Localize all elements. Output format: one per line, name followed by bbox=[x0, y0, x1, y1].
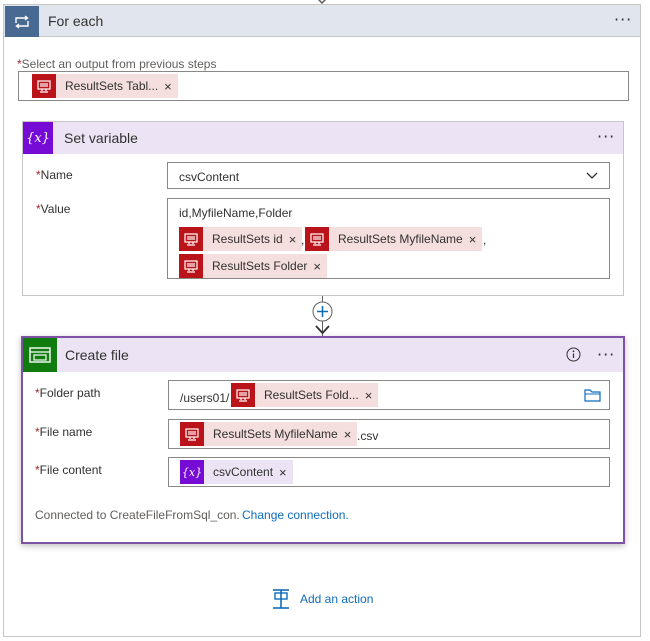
change-connection-link[interactable]: Change connection. bbox=[242, 508, 349, 522]
value-input[interactable]: id,MyfileName,Folder ResultSets id × , R… bbox=[167, 198, 610, 279]
variable-icon: {x} bbox=[180, 460, 204, 484]
add-action-label: Add an action bbox=[300, 592, 374, 606]
add-action-button[interactable]: Add an action bbox=[270, 587, 373, 611]
set-variable-header[interactable]: {x} Set variable ··· bbox=[23, 122, 623, 154]
foreach-header[interactable]: For each ··· bbox=[4, 5, 640, 37]
set-variable-card: {x} Set variable ··· *Name csvContent *V… bbox=[22, 121, 624, 296]
folder-path-label: *Folder path bbox=[35, 386, 100, 400]
content-token[interactable]: {x} csvContent × bbox=[180, 460, 293, 484]
sql-icon bbox=[179, 227, 203, 251]
output-token[interactable]: ResultSets Tabl... × bbox=[32, 74, 178, 98]
value-text: id,MyfileName,Folder bbox=[179, 206, 293, 220]
arrow-down-icon bbox=[315, 325, 330, 335]
token-label: ResultSets Folder bbox=[212, 259, 308, 273]
comma-separator: , bbox=[483, 233, 487, 247]
comma-separator: , bbox=[301, 233, 305, 247]
remove-token-button[interactable]: × bbox=[313, 259, 327, 274]
create-file-card: Create file ··· *Folder path /users01/ R… bbox=[21, 336, 625, 544]
file-name-label-text: File name bbox=[39, 425, 93, 439]
create-file-title: Create file bbox=[65, 347, 129, 363]
token-label: ResultSets id bbox=[212, 232, 283, 246]
remove-token-button[interactable]: × bbox=[164, 79, 178, 94]
value-label-text: Value bbox=[40, 202, 71, 216]
folder-icon[interactable] bbox=[584, 388, 601, 402]
token-resultsets-id[interactable]: ResultSets id × bbox=[179, 227, 303, 251]
foreach-container: For each ··· *Select an output from prev… bbox=[3, 4, 641, 637]
output-input[interactable]: ResultSets Tabl... × bbox=[18, 71, 629, 101]
token-label: ResultSets Fold... bbox=[264, 388, 359, 402]
file-name-input[interactable]: ResultSets MyfileName × .csv bbox=[168, 419, 610, 449]
filename-token[interactable]: ResultSets MyfileName × bbox=[180, 422, 358, 446]
token-resultsets-folder[interactable]: ResultSets Folder × bbox=[179, 254, 327, 278]
folder-label-text: Folder path bbox=[39, 386, 101, 400]
output-token-label: ResultSets Tabl... bbox=[65, 79, 159, 93]
file-storage-icon bbox=[23, 338, 57, 372]
remove-token-button[interactable]: × bbox=[279, 465, 293, 480]
folder-prefix-text: /users01/ bbox=[180, 391, 230, 405]
set-variable-more-button[interactable]: ··· bbox=[597, 129, 615, 145]
variable-icon: {x} bbox=[23, 122, 53, 154]
output-label-text: Select an output from previous steps bbox=[21, 57, 217, 71]
remove-token-button[interactable]: × bbox=[344, 427, 358, 442]
folder-path-input[interactable]: /users01/ ResultSets Fold... × bbox=[168, 380, 610, 410]
remove-token-button[interactable]: × bbox=[469, 232, 483, 247]
token-resultsets-myfilename[interactable]: ResultSets MyfileName × bbox=[305, 227, 483, 251]
info-icon[interactable] bbox=[566, 347, 581, 362]
sql-icon bbox=[32, 74, 56, 98]
name-field-label: *Name bbox=[36, 168, 73, 182]
connection-status: Connected to CreateFileFromSql_con. bbox=[35, 508, 240, 522]
filename-suffix-text: .csv bbox=[357, 429, 379, 443]
output-field-label: *Select an output from previous steps bbox=[17, 57, 216, 71]
token-label: csvContent bbox=[213, 465, 274, 479]
file-content-input[interactable]: {x} csvContent × bbox=[168, 457, 610, 487]
add-action-icon bbox=[273, 589, 289, 609]
remove-token-button[interactable]: × bbox=[365, 388, 379, 403]
file-name-label: *File name bbox=[35, 425, 92, 439]
name-value: csvContent bbox=[179, 170, 240, 184]
add-step-icon[interactable] bbox=[312, 301, 333, 322]
chevron-down-icon bbox=[586, 172, 598, 179]
set-variable-title: Set variable bbox=[64, 130, 138, 146]
sql-icon bbox=[305, 227, 329, 251]
sql-icon bbox=[180, 422, 204, 446]
loop-icon bbox=[5, 6, 39, 37]
token-label: ResultSets MyfileName bbox=[338, 232, 463, 246]
create-file-more-button[interactable]: ··· bbox=[597, 347, 615, 363]
create-file-header[interactable]: Create file ··· bbox=[23, 338, 623, 372]
sql-icon bbox=[179, 254, 203, 278]
foreach-more-button[interactable]: ··· bbox=[614, 12, 632, 28]
file-content-label-text: File content bbox=[39, 463, 102, 477]
value-field-label: *Value bbox=[36, 202, 70, 216]
foreach-title: For each bbox=[48, 13, 104, 29]
name-dropdown[interactable]: csvContent bbox=[167, 162, 610, 189]
sql-icon bbox=[231, 383, 255, 407]
folder-token[interactable]: ResultSets Fold... × bbox=[231, 383, 379, 407]
token-label: ResultSets MyfileName bbox=[213, 427, 338, 441]
file-content-label: *File content bbox=[35, 463, 102, 477]
name-label-text: Name bbox=[40, 168, 73, 182]
